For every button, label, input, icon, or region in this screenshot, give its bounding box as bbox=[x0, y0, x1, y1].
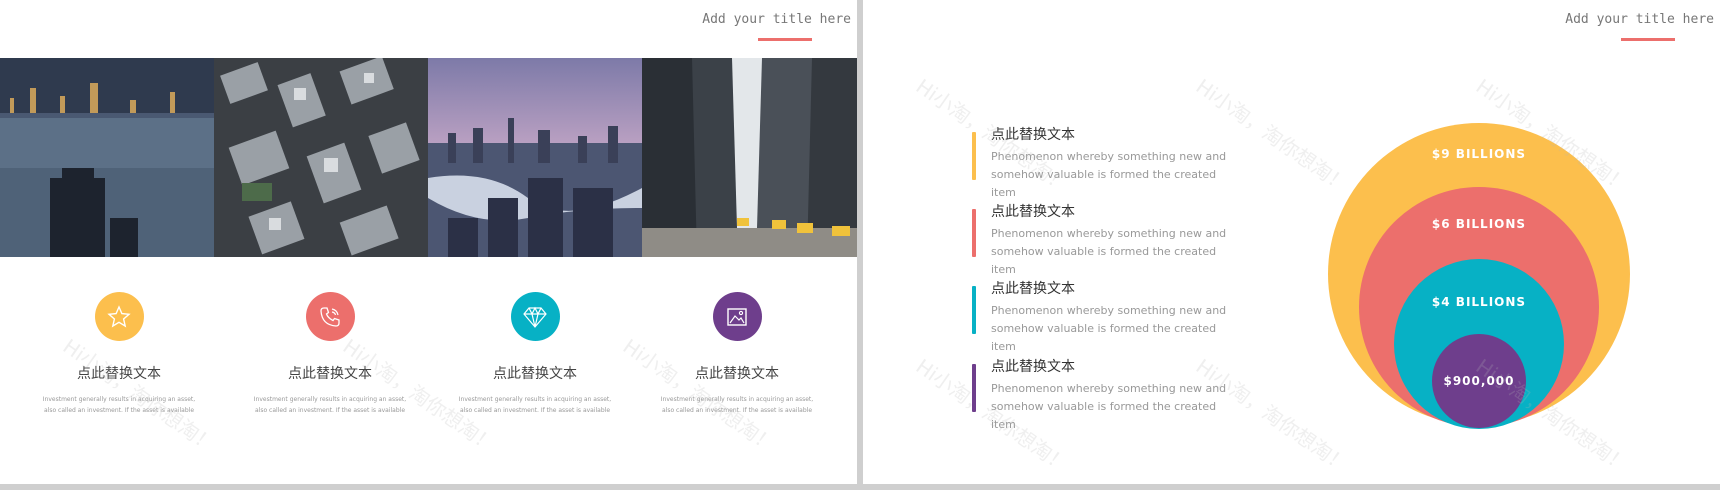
feature-desc-line: Investment generally results in acquirin… bbox=[458, 396, 612, 403]
feature-description: Investment generally results in acquirin… bbox=[642, 394, 832, 416]
street-avenue-photo bbox=[642, 58, 857, 257]
list-desc-line: somehow valuable is formed the created i… bbox=[991, 245, 1217, 276]
feature-column: 点此替换文本 Investment generally results in a… bbox=[440, 292, 630, 416]
feature-title: 点此替换文本 bbox=[493, 366, 577, 382]
feature-column: 点此替换文本 Investment generally results in a… bbox=[235, 292, 425, 416]
feature-column: 点此替换文本 Investment generally results in a… bbox=[642, 292, 832, 416]
slide-right: Add your title here 点此替换文本 Phenomenon wh… bbox=[863, 0, 1720, 484]
list-desc-line: somehow valuable is formed the created i… bbox=[991, 322, 1217, 353]
title-underline bbox=[758, 38, 812, 41]
list-description: Phenomenon whereby something new and som… bbox=[991, 380, 1231, 434]
feature-description: Investment generally results in acquirin… bbox=[235, 394, 425, 416]
list-desc-line: Phenomenon whereby something new and bbox=[991, 304, 1227, 317]
diamond-icon bbox=[510, 292, 560, 341]
feature-title: 点此替换文本 bbox=[695, 366, 779, 382]
feature-desc-line: Investment generally results in acquirin… bbox=[660, 396, 814, 403]
list-title: 点此替换文本 bbox=[991, 204, 1075, 220]
list-title: 点此替换文本 bbox=[991, 359, 1075, 375]
title-underline bbox=[1621, 38, 1675, 41]
feature-title: 点此替换文本 bbox=[77, 366, 161, 382]
feature-title: 点此替换文本 bbox=[288, 366, 372, 382]
list-description: Phenomenon whereby something new and som… bbox=[991, 148, 1231, 202]
feature-desc-line: also called an investment. If the asset … bbox=[459, 407, 611, 414]
feature-desc-line: also called an investment. If the asset … bbox=[254, 407, 406, 414]
aerial-city-photo bbox=[214, 58, 428, 257]
circle-label: $900,000 bbox=[1443, 374, 1515, 388]
list-color-bar bbox=[972, 132, 976, 180]
list-color-bar bbox=[972, 286, 976, 334]
circle-900000: $900,000 bbox=[1432, 334, 1526, 428]
list-title: 点此替换文本 bbox=[991, 281, 1075, 297]
slide-title: Add your title here bbox=[1565, 12, 1714, 27]
slide-left: Add your title here 点此替换文本 Investment ge… bbox=[0, 0, 857, 484]
slide-title: Add your title here bbox=[702, 12, 851, 27]
feature-desc-line: Investment generally results in acquirin… bbox=[253, 396, 407, 403]
image-icon bbox=[712, 292, 762, 341]
list-title: 点此替换文本 bbox=[991, 127, 1075, 143]
feature-column: 点此替换文本 Investment generally results in a… bbox=[24, 292, 214, 416]
list-desc-line: somehow valuable is formed the created i… bbox=[991, 400, 1217, 431]
harbor-skyline-photo bbox=[0, 58, 214, 257]
list-desc-line: Phenomenon whereby something new and bbox=[991, 150, 1227, 163]
river-skyline-photo bbox=[428, 58, 642, 257]
feature-description: Investment generally results in acquirin… bbox=[24, 394, 214, 416]
list-desc-line: Phenomenon whereby something new and bbox=[991, 227, 1227, 240]
list-desc-line: Phenomenon whereby something new and bbox=[991, 382, 1227, 395]
list-color-bar bbox=[972, 364, 976, 412]
star-icon bbox=[94, 292, 144, 341]
list-desc-line: somehow valuable is formed the created i… bbox=[991, 168, 1217, 199]
list-color-bar bbox=[972, 209, 976, 257]
list-description: Phenomenon whereby something new and som… bbox=[991, 225, 1231, 279]
feature-desc-line: also called an investment. If the asset … bbox=[661, 407, 813, 414]
feature-desc-line: Investment generally results in acquirin… bbox=[42, 396, 196, 403]
feature-description: Investment generally results in acquirin… bbox=[440, 394, 630, 416]
list-description: Phenomenon whereby something new and som… bbox=[991, 302, 1231, 356]
feature-desc-line: also called an investment. If the asset … bbox=[43, 407, 195, 414]
phone-icon bbox=[305, 292, 355, 341]
